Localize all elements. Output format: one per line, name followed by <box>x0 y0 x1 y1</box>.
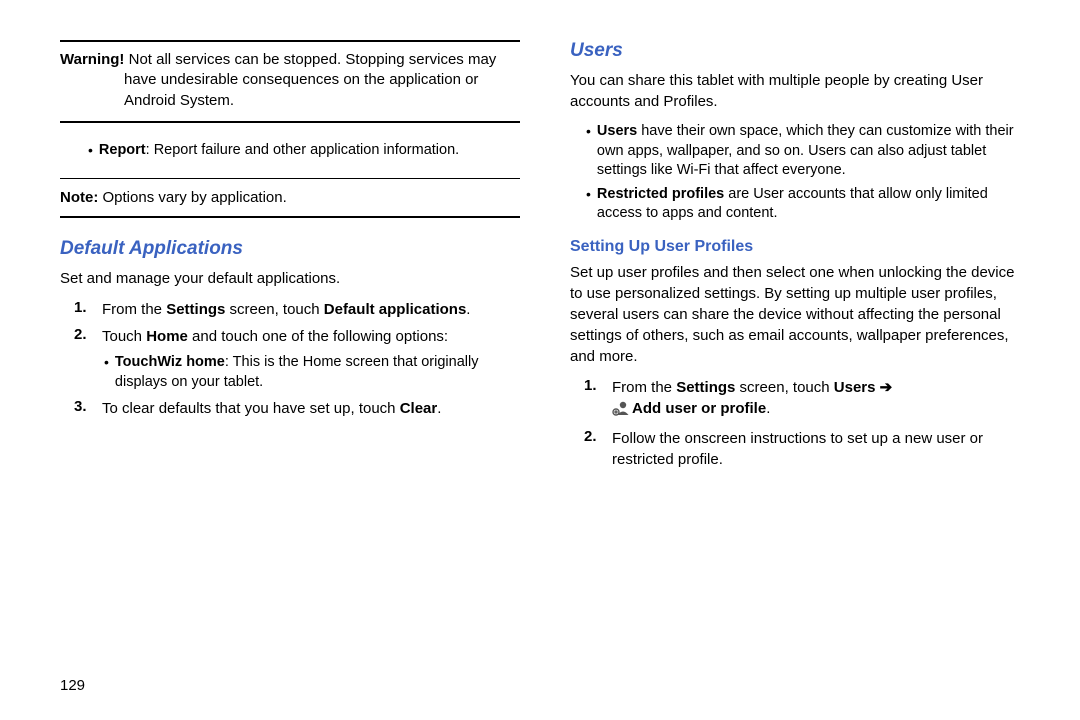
step-number: 2. <box>584 428 602 445</box>
bullet-icon: • <box>578 185 591 203</box>
text: To clear defaults that you have set up, … <box>102 400 400 417</box>
heading-default-applications: Default Applications <box>60 238 520 260</box>
text-bold: Home <box>146 328 188 345</box>
text: Follow the onscreen instructions to set … <box>612 428 1030 470</box>
text: . <box>766 400 770 417</box>
text-bold: Add user or profile <box>632 400 766 417</box>
profiles-intro: Set up user profiles and then select one… <box>570 262 1030 367</box>
profiles-step-2: 2. Follow the onscreen instructions to s… <box>584 428 1030 470</box>
text: . <box>437 400 441 417</box>
note-block: Note: Options vary by application. <box>60 179 520 216</box>
step-3: 3. To clear defaults that you have set u… <box>74 398 520 419</box>
text-bold: Users <box>597 123 637 139</box>
step-number: 1. <box>584 377 602 394</box>
warning-block: Warning! Not all services can be stopped… <box>60 42 520 121</box>
bullet-icon: • <box>104 353 109 371</box>
step-number: 2. <box>74 326 92 343</box>
heading-users: Users <box>570 40 1030 62</box>
page-number: 129 <box>60 677 85 694</box>
add-user-icon <box>612 400 630 422</box>
text: . <box>466 301 470 318</box>
text-bold: Clear <box>400 400 438 417</box>
text: From the <box>612 379 676 396</box>
step-number: 1. <box>74 299 92 316</box>
text-bold: Users <box>834 379 876 396</box>
users-bullet-1: • Users have their own space, which they… <box>578 122 1030 181</box>
arrow-icon: ➔ <box>875 379 892 396</box>
step-2: 2. Touch Home and touch one of the follo… <box>74 326 520 347</box>
heading-setting-up-user-profiles: Setting Up User Profiles <box>570 238 1030 256</box>
text: screen, touch <box>735 379 833 396</box>
text-bold: Settings <box>166 301 225 318</box>
default-apps-intro: Set and manage your default applications… <box>60 268 520 289</box>
bullet-icon: • <box>60 141 93 159</box>
text: From the <box>102 301 166 318</box>
report-text: : Report failure and other application i… <box>146 142 460 158</box>
text: and touch one of the following options: <box>188 328 448 345</box>
step-2-bullet: • TouchWiz home: This is the Home screen… <box>104 353 520 392</box>
text: have their own space, which they can cus… <box>597 123 1014 178</box>
step-number: 3. <box>74 398 92 415</box>
users-intro: You can share this tablet with multiple … <box>570 70 1030 112</box>
divider <box>60 216 520 218</box>
left-column: Warning! Not all services can be stopped… <box>60 40 520 476</box>
right-column: Users You can share this tablet with mul… <box>570 40 1030 476</box>
report-label: Report <box>99 142 146 158</box>
report-bullet: • Report: Report failure and other appli… <box>60 137 520 165</box>
text-bold: Settings <box>676 379 735 396</box>
warning-label: Warning! <box>60 51 124 68</box>
profiles-step-1: 1. From the Settings screen, touch Users… <box>584 377 1030 422</box>
note-text: Options vary by application. <box>98 189 286 206</box>
step-1: 1. From the Settings screen, touch Defau… <box>74 299 520 320</box>
text-bold: TouchWiz home <box>115 354 225 370</box>
users-bullet-2: • Restricted profiles are User accounts … <box>578 185 1030 224</box>
text-bold: Restricted profiles <box>597 186 724 202</box>
warning-text: Not all services can be stopped. Stoppin… <box>124 51 496 109</box>
text: Touch <box>102 328 146 345</box>
bullet-icon: • <box>578 122 591 140</box>
text-bold: Default applications <box>324 301 467 318</box>
note-label: Note: <box>60 189 98 206</box>
text: screen, touch <box>225 301 323 318</box>
